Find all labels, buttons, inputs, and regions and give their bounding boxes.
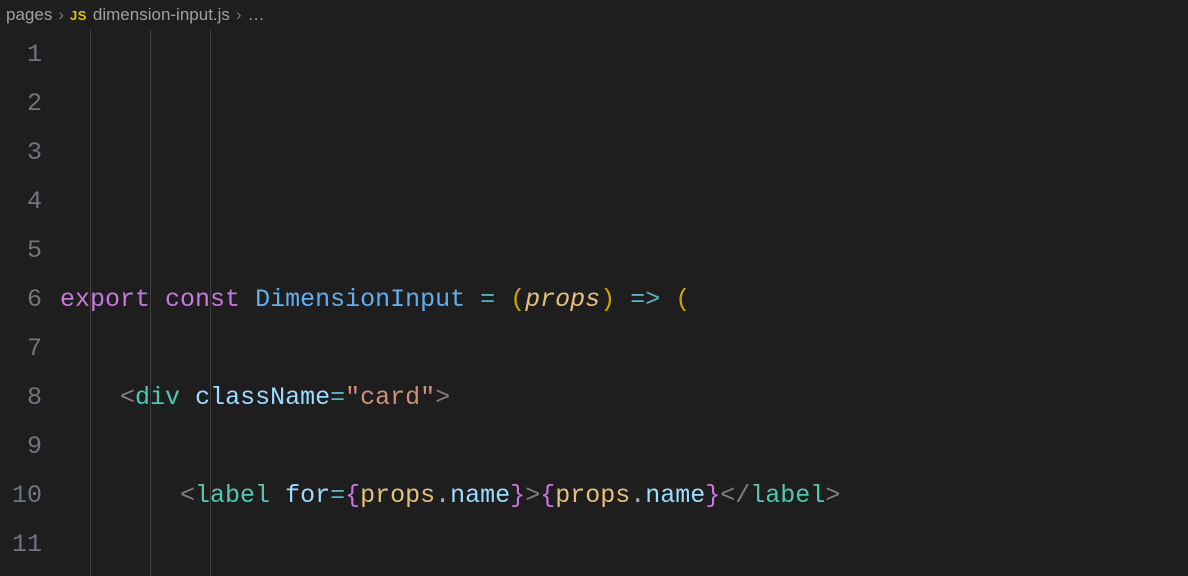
string-card: "card" <box>345 383 435 412</box>
breadcrumb-symbol[interactable]: … <box>248 5 265 25</box>
chevron-right-icon: › <box>236 5 242 25</box>
paren-close: ) <box>600 285 615 314</box>
jsx-brace-open: { <box>540 481 555 510</box>
tag-close: > <box>825 481 840 510</box>
line-number: 3 <box>0 128 42 177</box>
breadcrumb-folder[interactable]: pages <box>6 5 52 25</box>
breadcrumb-file[interactable]: dimension-input.js <box>93 5 230 25</box>
obj-props: props <box>360 481 435 510</box>
line-number: 7 <box>0 324 42 373</box>
line-number: 5 <box>0 226 42 275</box>
jsx-brace-close: } <box>705 481 720 510</box>
jsx-brace-open: { <box>345 481 360 510</box>
tag-label: label <box>195 481 270 510</box>
dot: . <box>630 481 645 510</box>
keyword-export: export <box>60 285 150 314</box>
code-editor[interactable]: 1 2 3 4 5 6 7 8 9 10 11 export const Dim… <box>0 30 1188 576</box>
code-line[interactable]: <div className="card"> <box>60 373 960 422</box>
attr-classname: className <box>195 383 330 412</box>
prop-name: name <box>450 481 510 510</box>
breadcrumb[interactable]: pages › JS dimension-input.js › … <box>0 0 1188 30</box>
line-number-gutter: 1 2 3 4 5 6 7 8 9 10 11 <box>0 30 60 576</box>
prop-name: name <box>645 481 705 510</box>
operator-equals: = <box>330 481 345 510</box>
line-number: 2 <box>0 79 42 128</box>
line-number: 6 <box>0 275 42 324</box>
param-props: props <box>525 285 600 314</box>
tag-label: label <box>750 481 825 510</box>
line-number: 1 <box>0 30 42 79</box>
tag-open: </ <box>720 481 750 510</box>
jsx-brace-close: } <box>510 481 525 510</box>
tag-open: < <box>180 481 195 510</box>
tag-close: > <box>435 383 450 412</box>
paren-open: ( <box>510 285 525 314</box>
code-area[interactable]: export const DimensionInput = (props) =>… <box>60 30 960 576</box>
line-number: 11 <box>0 520 42 569</box>
chevron-right-icon: › <box>58 5 64 25</box>
operator-equals: = <box>330 383 345 412</box>
js-file-icon: JS <box>70 8 87 23</box>
attr-for: for <box>285 481 330 510</box>
line-number: 10 <box>0 471 42 520</box>
line-number: 4 <box>0 177 42 226</box>
tag-close: > <box>525 481 540 510</box>
code-line[interactable]: export const DimensionInput = (props) =>… <box>60 275 960 324</box>
tag-open: < <box>120 383 135 412</box>
tag-div: div <box>135 383 180 412</box>
dot: . <box>435 481 450 510</box>
line-number: 9 <box>0 422 42 471</box>
obj-props: props <box>555 481 630 510</box>
arrow: => <box>630 285 660 314</box>
line-number: 8 <box>0 373 42 422</box>
keyword-const: const <box>165 285 240 314</box>
operator-equals: = <box>480 285 495 314</box>
paren-open: ( <box>675 285 690 314</box>
code-line[interactable]: <input <box>60 569 960 576</box>
code-line[interactable]: <label for={props.name}>{props.name}</la… <box>60 471 960 520</box>
function-name: DimensionInput <box>255 285 465 314</box>
